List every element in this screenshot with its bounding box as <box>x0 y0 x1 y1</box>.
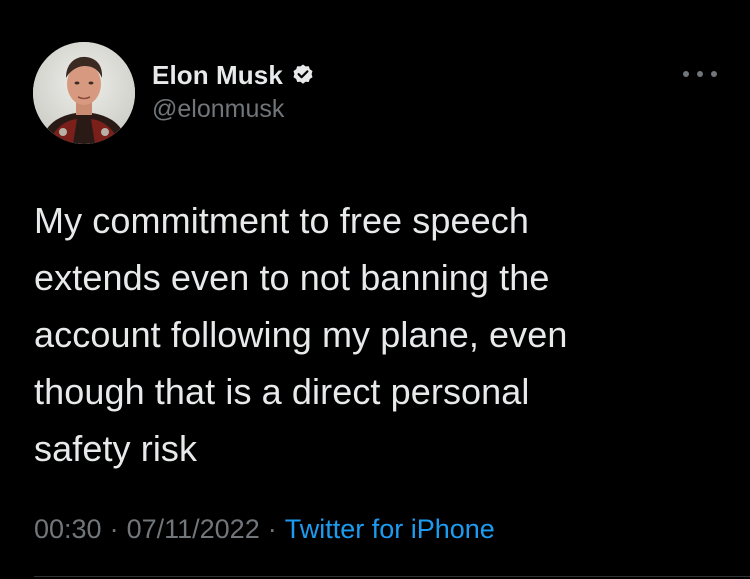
author-name-row: Elon Musk <box>152 58 315 92</box>
more-horizontal-icon <box>683 71 689 77</box>
more-horizontal-icon-dot <box>697 71 703 77</box>
more-options-button[interactable] <box>683 62 717 86</box>
more-horizontal-icon-dot <box>711 71 717 77</box>
divider <box>34 576 750 577</box>
tweet-date[interactable]: 07/11/2022 <box>127 514 260 544</box>
tweet-time[interactable]: 00:30 <box>34 514 102 544</box>
author-display-name[interactable]: Elon Musk <box>152 60 283 91</box>
tweet-meta: 00:30 · 07/11/2022 · Twitter for iPhone <box>34 514 495 545</box>
tweet-source-link[interactable]: Twitter for iPhone <box>285 514 495 544</box>
meta-separator: · <box>109 514 119 544</box>
tweet-card: Elon Musk @elonmusk My commitment to fre… <box>0 0 750 579</box>
tweet-text: My commitment to free speech extends eve… <box>34 200 568 469</box>
author-handle[interactable]: @elonmusk <box>152 95 284 124</box>
author-avatar[interactable] <box>33 42 135 144</box>
profile-photo-icon <box>33 42 135 144</box>
verified-badge-icon <box>291 63 315 87</box>
meta-separator: · <box>267 514 277 544</box>
